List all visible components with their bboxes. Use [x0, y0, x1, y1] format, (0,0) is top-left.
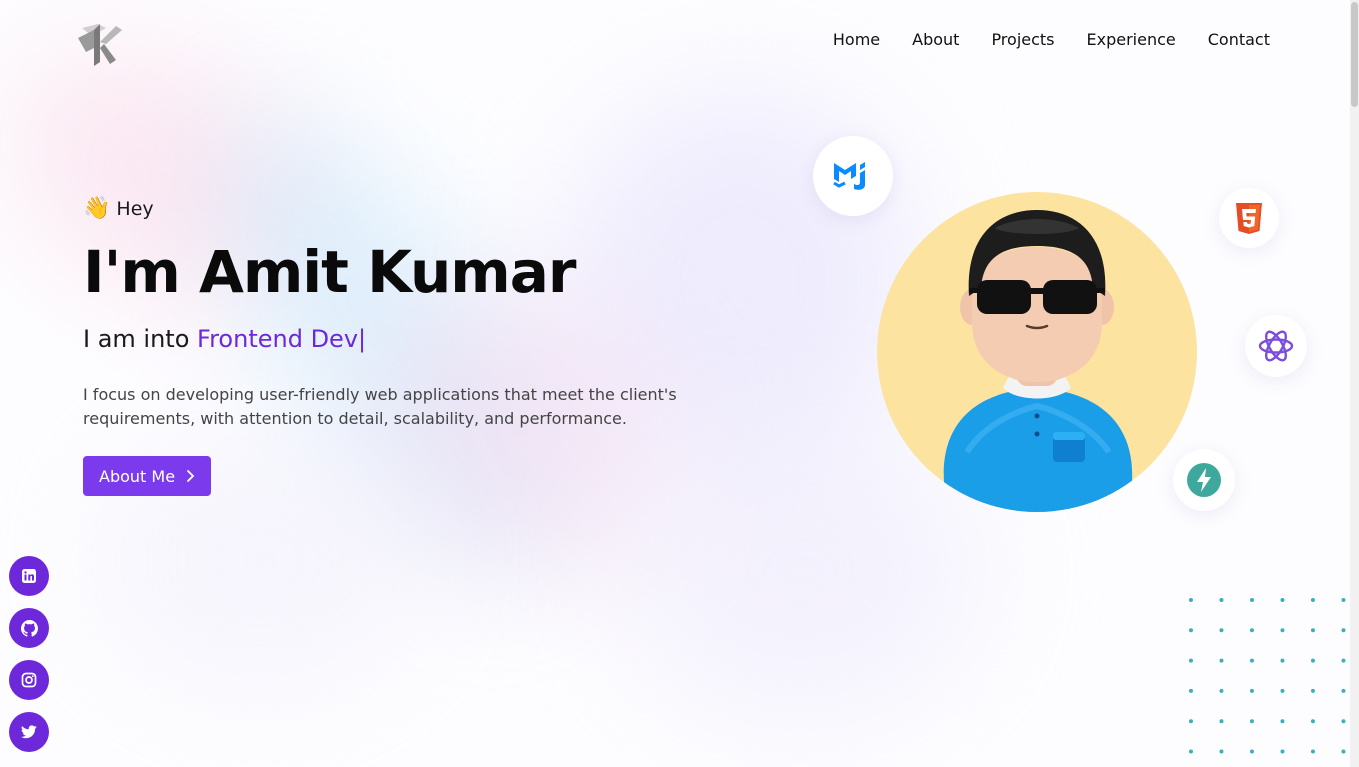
- hero-section: 👋 Hey I'm Amit Kumar I am into Frontend …: [83, 196, 723, 496]
- decor-dot: [1341, 628, 1346, 633]
- about-me-label: About Me: [99, 466, 176, 486]
- scrollbar[interactable]: [1350, 0, 1359, 767]
- linkedin-icon: [22, 569, 36, 583]
- decor-dot: [1189, 598, 1193, 602]
- decor-dot: [1280, 719, 1285, 724]
- decor-dot: [1189, 628, 1193, 633]
- decor-dot: [1189, 688, 1193, 693]
- decor-dot: [1311, 658, 1315, 663]
- decor-dot: [1311, 628, 1315, 633]
- decor-dot: [1250, 628, 1254, 633]
- decor-dot: [1341, 719, 1346, 724]
- decor-dot: [1280, 749, 1285, 754]
- instagram-link[interactable]: [9, 660, 49, 700]
- instagram-icon: [21, 672, 37, 688]
- decor-dot: [1280, 598, 1285, 602]
- decor-dot: [1250, 749, 1254, 754]
- decor-dot: [1189, 749, 1193, 754]
- decor-dot: [1280, 688, 1285, 693]
- decor-dot: [1250, 598, 1254, 602]
- decor-dot: [1219, 658, 1224, 663]
- role-prefix: I am into: [83, 325, 198, 353]
- role-line: I am into Frontend Dev|: [83, 325, 723, 353]
- decor-dot: [1219, 749, 1224, 754]
- logo-icon[interactable]: [76, 22, 124, 66]
- nav-projects[interactable]: Projects: [991, 30, 1054, 49]
- linkedin-link[interactable]: [9, 556, 49, 596]
- decor-dot: [1219, 688, 1224, 693]
- hero-description: I focus on developing user-friendly web …: [83, 385, 677, 428]
- decor-dot: [1280, 658, 1285, 663]
- wave-icon: 👋: [83, 196, 111, 221]
- decor-dot: [1189, 719, 1193, 724]
- decor-dot: [1311, 598, 1315, 602]
- decor-dot: [1219, 598, 1224, 602]
- social-links: [9, 556, 49, 752]
- decor-dot: [1250, 719, 1254, 724]
- decor-dot: [1250, 688, 1254, 693]
- decor-dot: [1280, 628, 1285, 633]
- decor-dot: [1311, 719, 1315, 724]
- scrollbar-thumb[interactable]: [1351, 2, 1358, 107]
- greeting-text: Hey: [116, 197, 154, 220]
- decor-dot: [1189, 658, 1193, 663]
- chevron-right-icon: [187, 470, 195, 482]
- greeting: 👋 Hey: [83, 196, 723, 221]
- decor-dot: [1219, 719, 1224, 724]
- decor-dot: [1341, 658, 1346, 663]
- decor-dot: [1311, 749, 1315, 754]
- dot-pattern: [1189, 598, 1346, 754]
- twitter-link[interactable]: [9, 712, 49, 752]
- github-icon: [20, 619, 38, 637]
- nav-experience[interactable]: Experience: [1087, 30, 1176, 49]
- nav-about[interactable]: About: [912, 30, 959, 49]
- twitter-icon: [21, 725, 37, 739]
- role-highlight: Frontend Dev: [197, 325, 359, 353]
- decor-dot: [1250, 658, 1254, 663]
- main-nav: Home About Projects Experience Contact: [833, 30, 1270, 49]
- decor-dot: [1311, 688, 1315, 693]
- github-link[interactable]: [9, 608, 49, 648]
- decor-dot: [1341, 688, 1346, 693]
- nav-home[interactable]: Home: [833, 30, 880, 49]
- hero-title: I'm Amit Kumar: [83, 238, 576, 306]
- navbar: Home About Projects Experience Contact: [0, 0, 1359, 80]
- decor-dot: [1341, 749, 1346, 754]
- decor-dot: [1219, 628, 1224, 633]
- nav-contact[interactable]: Contact: [1208, 30, 1270, 49]
- decor-dot: [1341, 598, 1346, 602]
- about-me-button[interactable]: About Me: [83, 456, 212, 496]
- typing-cursor: |: [358, 325, 367, 353]
